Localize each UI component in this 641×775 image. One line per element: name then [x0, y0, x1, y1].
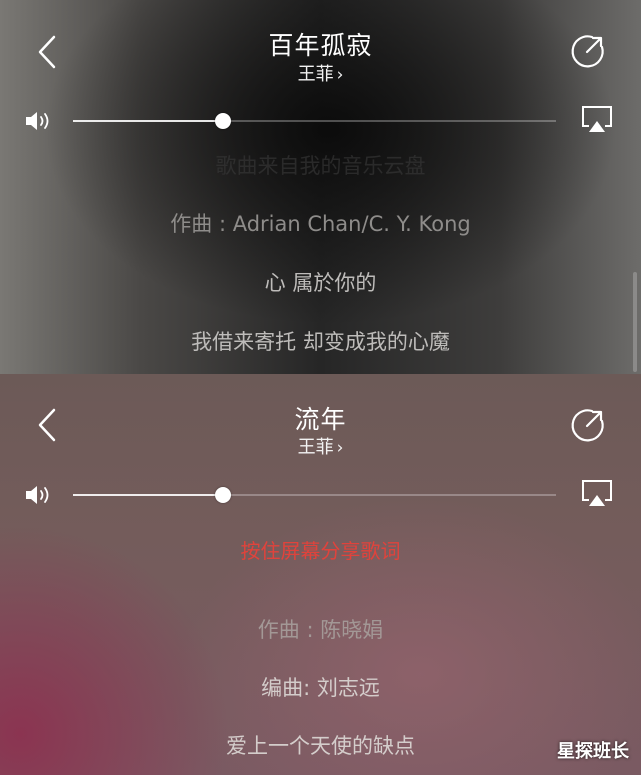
now-playing-panel-2: 流年 王菲 › 按住屏幕分享歌词 作曲 : 陈晓娟 编曲: 刘志远 爱上一个天使的… — [0, 374, 641, 775]
share-icon[interactable] — [570, 33, 606, 69]
watermark: 星探班长 — [557, 741, 629, 762]
volume-slider-thumb[interactable] — [214, 113, 231, 129]
artist-name: 王菲 — [297, 437, 334, 458]
volume-slider-fill — [73, 120, 223, 122]
lyric-line: 心 属於你的 — [264, 271, 377, 295]
volume-slider-thumb[interactable] — [214, 487, 231, 503]
airplay-icon[interactable] — [580, 478, 614, 508]
artist-link[interactable]: 王菲 › — [0, 433, 641, 459]
lyric-line-composer: 作曲 : 陈晓娟 — [257, 618, 384, 642]
volume-slider[interactable] — [73, 487, 556, 503]
artist-name: 王菲 — [297, 64, 334, 85]
song-title: 流年 — [294, 405, 347, 434]
share-icon[interactable] — [570, 407, 606, 443]
lyric-line: 爱上一个天使的缺点 — [226, 734, 415, 758]
volume-icon — [26, 486, 49, 504]
lyric-line-composer: 作曲 : Adrian Chan/C. Y. Kong — [170, 212, 471, 236]
lyric-line-faded: 歌曲来自我的音乐云盘 — [215, 154, 426, 178]
now-playing-panel-1: 百年孤寂 王菲 › 歌曲来自我的音乐云盘 作曲 : Adrian Chan/C. … — [0, 0, 641, 374]
volume-slider[interactable] — [73, 113, 556, 129]
chevron-right-icon: › — [336, 438, 344, 458]
lyric-line-arranger: 编曲: 刘志远 — [261, 676, 380, 700]
artist-link[interactable]: 王菲 › — [0, 60, 641, 86]
song-title: 百年孤寂 — [268, 31, 373, 60]
airplay-icon[interactable] — [580, 104, 614, 134]
volume-icon — [26, 112, 49, 130]
lyric-line: 我借来寄托 却变成我的心魔 — [191, 330, 450, 354]
volume-slider-fill — [73, 494, 223, 496]
share-lyrics-hint: 按住屏幕分享歌词 — [240, 539, 401, 563]
scrollbar[interactable] — [633, 272, 637, 372]
chevron-right-icon: › — [336, 65, 344, 85]
